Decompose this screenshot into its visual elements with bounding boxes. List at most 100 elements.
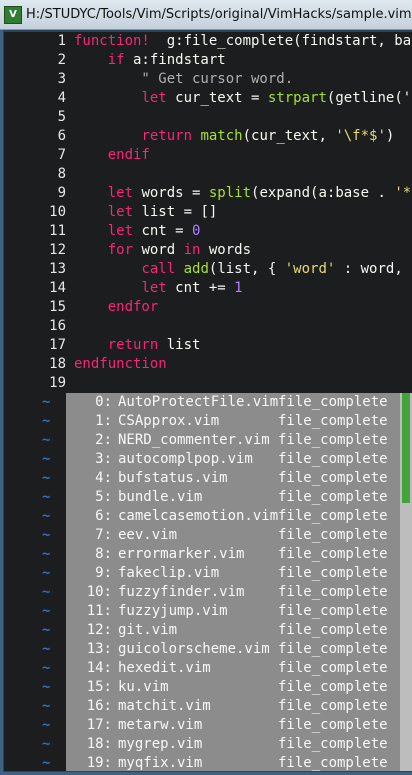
tilde-marker: ~	[42, 470, 51, 486]
completion-kind: file_complete	[278, 413, 388, 429]
completion-index: 4:	[95, 470, 112, 486]
code-line[interactable]: 3 " Get cursor word.	[4, 70, 412, 89]
completion-index: 6:	[95, 508, 112, 524]
completion-index: 19:	[86, 755, 112, 771]
completion-item[interactable]: 15: ku.vim file_complete	[66, 678, 412, 697]
code-token: " Get cursor word.	[74, 71, 294, 87]
completion-item[interactable]: 0: AutoProtectFile.vim file_complete	[66, 393, 412, 412]
completion-index: 0:	[95, 394, 112, 410]
tilde-marker: ~	[42, 489, 51, 505]
completion-kind: file_complete	[278, 717, 388, 733]
tilde-marker: ~	[42, 394, 51, 410]
code-line[interactable]: 2 if a:findstart	[4, 51, 412, 70]
code-line[interactable]: 9 let words = split(expand(a:base . '*')	[4, 184, 412, 203]
completion-kind: file_complete	[278, 470, 388, 486]
code-token: return	[141, 128, 193, 144]
line-number: 18	[49, 356, 66, 372]
completion-item[interactable]: 14: hexedit.vim file_complete	[66, 659, 412, 678]
completion-index: 15:	[86, 679, 112, 695]
line-number: 16	[49, 318, 66, 334]
tilde-marker: ~	[42, 641, 51, 657]
code-line[interactable]: 11 let cnt = 0	[4, 222, 412, 241]
line-number: 11	[49, 223, 66, 239]
title-bar: V H:/STUDYC/Tools/Vim/Scripts/original/V…	[0, 0, 412, 30]
completion-item[interactable]: 5: bundle.vim file_complete	[66, 488, 412, 507]
code-line[interactable]: 12 for word in words	[4, 241, 412, 260]
code-line[interactable]: 1 function! g:file_complete(findstart, ba…	[4, 32, 412, 51]
popup-scroll-thumb[interactable]	[402, 393, 410, 503]
code-token: strpart	[267, 90, 327, 106]
code-token: function!	[74, 33, 150, 49]
completion-word: errormarker.vim	[118, 546, 245, 562]
completion-item[interactable]: 2: NERD_commenter.vim file_complete	[66, 431, 412, 450]
code-token: '\f*$'	[335, 128, 386, 144]
completion-item[interactable]: 18: mygrep.vim file_complete	[66, 735, 412, 754]
completion-kind: file_complete	[278, 641, 388, 657]
completion-index: 8:	[95, 546, 112, 562]
completion-word: CSApprox.vim	[118, 413, 220, 429]
code-line[interactable]: 15 endfor	[4, 298, 412, 317]
completion-item[interactable]: 1: CSApprox.vim file_complete	[66, 412, 412, 431]
editor-buffer[interactable]: 1 function! g:file_complete(findstart, ba…	[4, 32, 412, 771]
completion-popup[interactable]: 0: AutoProtectFile.vim file_complete 1: CSAp…	[66, 393, 412, 771]
completion-item[interactable]: 13: guicolorscheme.vim file_complete	[66, 640, 412, 659]
line-number: 13	[49, 261, 66, 277]
code-line[interactable]: 18 endfunction	[4, 355, 412, 374]
code-token: let	[107, 204, 134, 220]
completion-item[interactable]: 9: fakeclip.vim file_complete	[66, 564, 412, 583]
line-number: 2	[57, 52, 66, 68]
line-number: 17	[49, 337, 66, 353]
code-token: endif	[107, 147, 150, 163]
line-number: 12	[49, 242, 66, 258]
code-line[interactable]: 6 return match(cur_text, '\f*$')	[4, 127, 412, 146]
completion-item[interactable]: 12: git.vim file_complete	[66, 621, 412, 640]
code-line[interactable]: 14 let cnt += 1	[4, 279, 412, 298]
code-line[interactable]: 7 endif	[4, 146, 412, 165]
completion-index: 5:	[95, 489, 112, 505]
completion-list[interactable]: 0: AutoProtectFile.vim file_complete 1: CSAp…	[66, 393, 412, 771]
tilde-marker: ~	[42, 755, 51, 771]
line-text: let cnt = 0	[74, 222, 201, 241]
completion-item[interactable]: 11: fuzzyjump.vim file_complete	[66, 602, 412, 621]
line-number: 14	[49, 280, 66, 296]
completion-kind: file_complete	[278, 527, 388, 543]
tilde-marker: ~	[42, 565, 51, 581]
vim-app-icon[interactable]: V	[4, 5, 22, 24]
code-line[interactable]: 8	[4, 165, 412, 184]
completion-item[interactable]: 4: bufstatus.vim file_complete	[66, 469, 412, 488]
completion-item[interactable]: 7: eev.vim file_complete	[66, 526, 412, 545]
tilde-marker: ~	[42, 622, 51, 638]
completion-item[interactable]: 6: camelcasemotion.vim file_complete	[66, 507, 412, 526]
code-line[interactable]: 5	[4, 108, 412, 127]
code-line[interactable]: 13 call add(list, { 'word' : word, 'ab	[4, 260, 412, 279]
code-line[interactable]: 16	[4, 317, 412, 336]
completion-kind: file_complete	[278, 432, 388, 448]
completion-item[interactable]: 3: autocomplpop.vim file_complete	[66, 450, 412, 469]
completion-item[interactable]: 19: myqfix.vim file_complete	[66, 754, 412, 771]
code-token: list	[158, 337, 201, 353]
completion-word: AutoProtectFile.vim	[118, 394, 279, 410]
line-text: endif	[74, 146, 150, 165]
completion-word: camelcasemotion.vim	[118, 508, 279, 524]
completion-item[interactable]: 8: errormarker.vim file_complete	[66, 545, 412, 564]
code-token: let	[107, 185, 134, 201]
code-token: (getline('.'),	[326, 90, 412, 106]
code-token: for	[107, 242, 134, 258]
completion-item[interactable]: 17: metarw.vim file_complete	[66, 716, 412, 735]
completion-item[interactable]: 10: fuzzyfinder.vim file_complete	[66, 583, 412, 602]
completion-index: 9:	[95, 565, 112, 581]
popup-scrollbar[interactable]	[400, 393, 412, 771]
code-line[interactable]: 10 let list = []	[4, 203, 412, 222]
code-line[interactable]: 4 let cur_text = strpart(getline('.'),	[4, 89, 412, 108]
code-line[interactable]: 17 return list	[4, 336, 412, 355]
tilde-marker: ~	[42, 432, 51, 448]
completion-word: matchit.vim	[118, 698, 211, 714]
completion-item[interactable]: 16: matchit.vim file_complete	[66, 697, 412, 716]
tilde-marker: ~	[42, 736, 51, 752]
line-text: let words = split(expand(a:base . '*')	[74, 184, 412, 203]
code-line[interactable]: 19	[4, 374, 412, 393]
